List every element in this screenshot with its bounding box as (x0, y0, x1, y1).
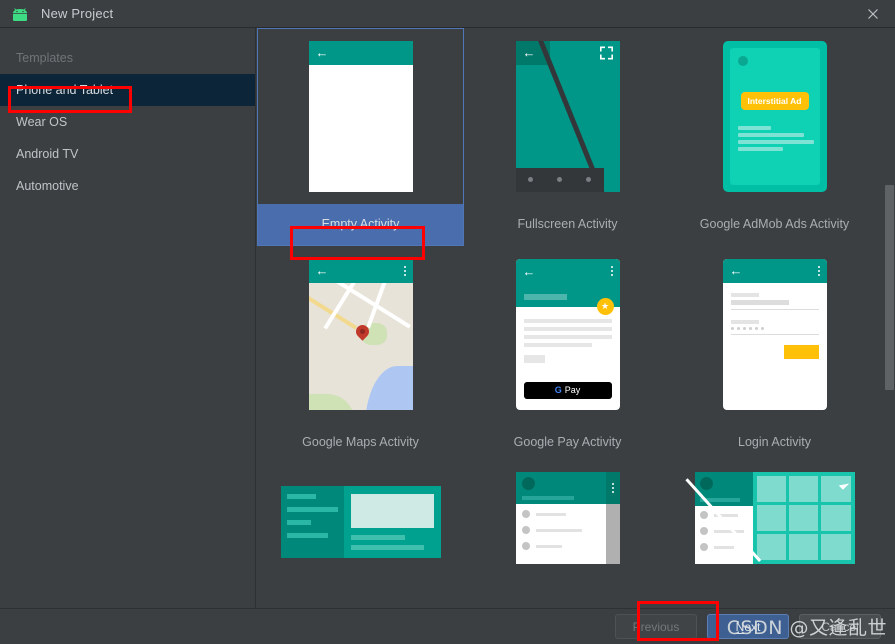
template-card-login-activity[interactable]: ← Login Activity (671, 246, 878, 464)
template-card-label: Login Activity (738, 435, 811, 450)
sidebar-item-phone-and-tablet[interactable]: Phone and Tablet (0, 74, 255, 106)
list-item (521, 526, 614, 534)
subtitle-placeholder (523, 293, 567, 300)
scrollbar-thumb[interactable] (885, 185, 894, 390)
sidebar-item-label: Phone and Tablet (16, 83, 114, 97)
back-arrow-icon: ← (522, 263, 536, 279)
sidebar-item-wear-os[interactable]: Wear OS (0, 106, 255, 138)
sidebar-heading: Templates (16, 51, 73, 65)
google-pay-button[interactable]: G Pay (523, 381, 612, 399)
drawer-scrim (605, 504, 620, 564)
app-bar: ← (722, 258, 827, 283)
previous-button-label: Previous (632, 619, 680, 634)
fullscreen-activity-thumb: ← (464, 28, 671, 204)
field-underline (730, 333, 819, 335)
scrolling-activity-thumb (671, 464, 878, 608)
list-item (699, 543, 748, 551)
content-area (308, 64, 413, 192)
list-item (521, 510, 614, 518)
username-field (730, 299, 789, 305)
new-project-dialog: New Project Templates Phone and Tablet W… (0, 0, 895, 644)
template-card-google-admob-ads-activity[interactable]: Interstitial Ad Google AdMob Ads Activit… (671, 28, 878, 246)
sidebar-item-label: Automotive (16, 179, 79, 193)
back-arrow-icon: ← (729, 263, 743, 278)
navigation-drawer-thumb (464, 464, 671, 608)
sidebar-item-label: Wear OS (16, 115, 68, 129)
account-name-placeholder (521, 496, 574, 500)
template-card-label: Empty Activity (257, 204, 464, 246)
password-field (730, 326, 819, 330)
app-bar: ← (308, 40, 413, 65)
list-item (699, 527, 748, 535)
template-card-navigation-drawer-activity[interactable] (464, 464, 671, 608)
template-card-google-maps-activity[interactable]: ← Google Maps Activity (257, 246, 464, 464)
overflow-menu-icon (817, 265, 820, 276)
sidebar-item-label: Android TV (16, 147, 79, 161)
overflow-menu-icon (610, 265, 613, 276)
list-item (521, 542, 614, 550)
password-label (730, 319, 759, 324)
username-label (730, 292, 759, 297)
vertical-scrollbar[interactable] (882, 28, 895, 608)
google-pay-activity-thumb: ← ★ G Pay (464, 246, 671, 422)
avatar (521, 477, 535, 490)
back-arrow-icon: ← (315, 45, 329, 60)
detail-pane (344, 486, 441, 558)
admob-activity-thumb: Interstitial Ad (671, 28, 878, 204)
expand-icon (599, 46, 613, 59)
sidebar-item-android-tv[interactable]: Android TV (0, 138, 255, 170)
template-card-google-pay-activity[interactable]: ← ★ G Pay Google Pay Activity (464, 246, 671, 464)
google-maps-activity-thumb: ← (257, 246, 464, 422)
overflow-menu-icon (403, 265, 406, 276)
star-badge-icon: ★ (596, 297, 614, 315)
sign-in-button (783, 344, 819, 359)
category-sidebar: Templates Phone and Tablet Wear OS Andro… (0, 28, 256, 608)
map-park (308, 393, 355, 410)
template-card-master-detail-flow[interactable] (257, 464, 464, 608)
template-gallery[interactable]: Bottom Navigation Activity Empty Compose… (257, 28, 895, 608)
window-title: New Project (41, 6, 114, 21)
interstitial-ad-badge: Interstitial Ad (740, 91, 809, 110)
back-arrow-icon: ← (315, 263, 329, 278)
template-card-label: Google AdMob Ads Activity (699, 217, 850, 232)
chart-pane (684, 472, 855, 564)
map-road (365, 282, 388, 328)
map-preview (308, 282, 413, 410)
nav-dots (515, 167, 604, 192)
template-card-label: Fullscreen Activity (517, 217, 618, 232)
csdn-watermark: CSDN @又逢乱世 (726, 617, 887, 639)
template-card-empty-activity[interactable]: ← Empty Activity (257, 28, 464, 246)
android-robot-icon (9, 6, 31, 22)
back-arrow-icon: ← (522, 44, 536, 60)
app-bar: ← (308, 258, 413, 283)
sidebar-item-automotive[interactable]: Automotive (0, 170, 255, 202)
avatar-dot (737, 55, 748, 66)
field-underline (730, 308, 819, 310)
drawer-menu-list (516, 504, 620, 564)
master-pane (280, 486, 344, 558)
template-card-fullscreen-activity[interactable]: ← Fullscreen Activity (464, 28, 671, 246)
login-activity-thumb: ← (671, 246, 878, 422)
close-icon[interactable] (851, 0, 895, 28)
empty-activity-thumb: ← (257, 28, 464, 204)
gpay-label: Pay (564, 385, 581, 395)
login-form (723, 283, 827, 410)
master-detail-flow-thumb (257, 464, 464, 608)
list-rows (695, 506, 753, 564)
drawer-header (515, 472, 620, 504)
detail-image (350, 494, 434, 528)
template-card-label: Google Maps Activity (302, 435, 419, 450)
avatar (699, 477, 713, 490)
text-placeholder-lines (737, 125, 814, 154)
overflow-menu-icon (605, 472, 620, 504)
map-water (364, 365, 413, 410)
template-card-scrolling-activity[interactable] (671, 464, 878, 608)
template-grid: Bottom Navigation Activity Empty Compose… (257, 28, 879, 608)
previous-button[interactable]: Previous (615, 614, 697, 639)
template-card-label: Google Pay Activity (513, 435, 622, 450)
google-g-icon: G (554, 385, 562, 395)
text-placeholder-lines (516, 307, 620, 363)
title-bar: New Project (0, 0, 895, 28)
